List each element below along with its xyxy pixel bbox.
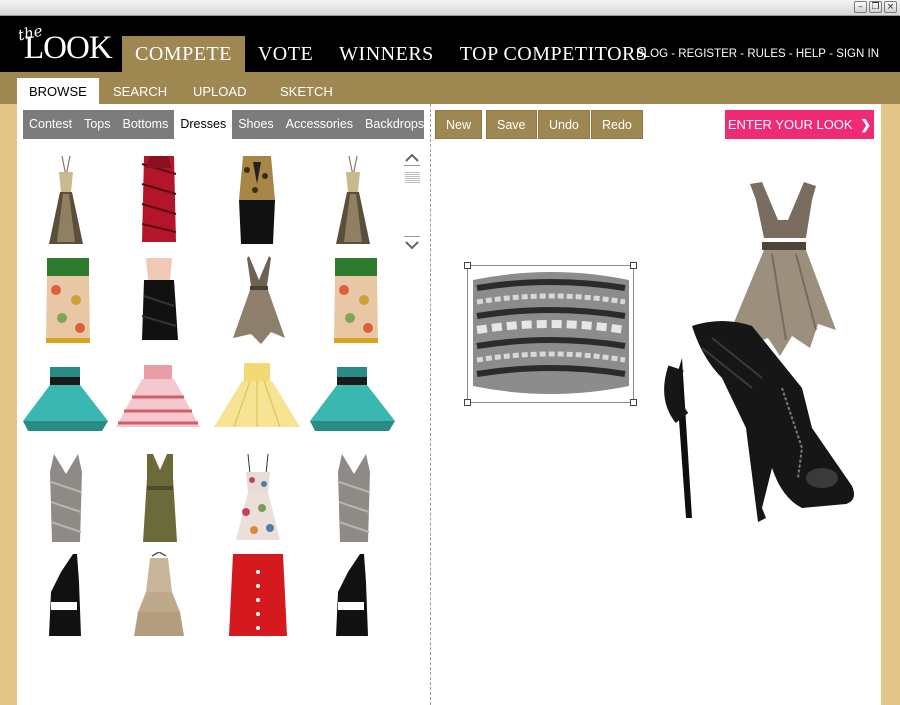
category-tab-accessories[interactable]: Accessories	[280, 110, 359, 139]
canvas-item-bootie[interactable]	[662, 318, 862, 530]
subtab-browse[interactable]: BROWSE	[17, 78, 99, 104]
undo-button[interactable]: Undo	[538, 110, 590, 139]
catalog-item[interactable]	[334, 552, 370, 638]
new-button[interactable]: New	[435, 110, 483, 139]
panel-divider	[430, 104, 431, 705]
catalog-item[interactable]	[141, 452, 179, 544]
subtab-sketch[interactable]: SKETCH	[268, 78, 345, 104]
category-tab-contest[interactable]: Contest	[23, 110, 78, 139]
scroll-track-top	[404, 165, 420, 166]
util-link-blog[interactable]: BLOG	[636, 48, 668, 60]
util-link-sign-in[interactable]: SIGN IN	[836, 48, 879, 60]
catalog-item[interactable]	[231, 254, 287, 346]
sub-nav: BROWSE SEARCH UPLOAD SKETCH	[0, 72, 900, 104]
enter-your-look-label: ENTER YOUR LOOK	[727, 117, 853, 132]
resize-handle[interactable]	[630, 399, 637, 406]
catalog-item[interactable]	[22, 365, 109, 433]
resize-handle[interactable]	[464, 262, 471, 269]
util-link-rules[interactable]: RULES	[747, 48, 785, 60]
category-tabs: Contest Tops Bottoms Dresses Shoes Accessorie…	[23, 110, 424, 139]
catalog-item[interactable]	[47, 552, 83, 638]
restore-icon[interactable]: ❐	[869, 1, 882, 13]
util-nav-separator: -	[825, 48, 837, 60]
catalog-item[interactable]	[235, 154, 279, 246]
chevron-up-icon[interactable]	[404, 153, 420, 163]
catalog-item[interactable]	[44, 256, 92, 346]
minimize-icon[interactable]: –	[854, 1, 867, 13]
category-tab-dresses[interactable]: Dresses	[174, 110, 233, 139]
resize-handle[interactable]	[464, 399, 471, 406]
util-nav-separator: -	[737, 48, 748, 60]
catalog-item[interactable]	[138, 154, 180, 246]
util-nav-separator: -	[785, 48, 796, 60]
scroll-thumb[interactable]	[405, 171, 420, 183]
util-nav-separator: -	[668, 48, 679, 60]
resize-handle[interactable]	[630, 262, 637, 269]
catalog-item[interactable]	[336, 452, 372, 544]
window-controls: – ❐ ×	[854, 1, 897, 13]
catalog-item[interactable]	[309, 365, 396, 433]
catalog-item[interactable]	[332, 256, 380, 346]
main-nav-top-competitors[interactable]: TOP COMPETITORS	[447, 36, 661, 72]
scroll-track-bottom	[404, 236, 420, 237]
main-nav: COMPETE VOTE WINNERS TOP COMPETITORS	[122, 36, 661, 72]
catalog-item[interactable]	[138, 256, 180, 346]
site-header: the LOOK COMPETE VOTE WINNERS TOP COMPETITO…	[0, 16, 900, 72]
category-tab-shoes[interactable]: Shoes	[232, 110, 279, 139]
catalog-item[interactable]	[48, 452, 84, 544]
main-nav-winners[interactable]: WINNERS	[326, 36, 447, 72]
selection-box	[467, 265, 634, 403]
util-link-help[interactable]: HELP	[796, 48, 826, 60]
save-button[interactable]: Save	[486, 110, 537, 139]
utility-nav: BLOG - REGISTER - RULES - HELP - SIGN IN	[636, 48, 879, 60]
catalog-item[interactable]	[212, 361, 302, 435]
category-tab-tops[interactable]: Tops	[78, 110, 116, 139]
logo-main-text: LOOK	[24, 30, 113, 66]
catalog-item[interactable]	[332, 154, 374, 246]
catalog-item[interactable]	[234, 452, 282, 544]
main-nav-vote[interactable]: VOTE	[245, 36, 326, 72]
window-titlebar: – ❐ ×	[0, 0, 900, 16]
subtab-upload[interactable]: UPLOAD	[181, 78, 258, 104]
main-nav-compete[interactable]: COMPETE	[122, 36, 245, 72]
util-link-register[interactable]: REGISTER	[678, 48, 737, 60]
subtab-search[interactable]: SEARCH	[101, 78, 179, 104]
redo-button[interactable]: Redo	[591, 110, 643, 139]
category-tab-bottoms[interactable]: Bottoms	[117, 110, 175, 139]
catalog-item[interactable]	[45, 154, 87, 246]
catalog-item[interactable]	[227, 550, 289, 638]
close-icon[interactable]: ×	[884, 1, 897, 13]
category-tab-backdrops[interactable]: Backdrops	[359, 110, 430, 139]
enter-your-look-button[interactable]: ENTER YOUR LOOK ❯	[725, 110, 874, 139]
site-logo[interactable]: the LOOK	[16, 22, 116, 68]
chevron-down-icon[interactable]	[404, 240, 420, 250]
catalog-item[interactable]	[132, 552, 186, 638]
catalog-item[interactable]	[114, 363, 202, 435]
chevron-right-icon: ❯	[860, 117, 872, 132]
